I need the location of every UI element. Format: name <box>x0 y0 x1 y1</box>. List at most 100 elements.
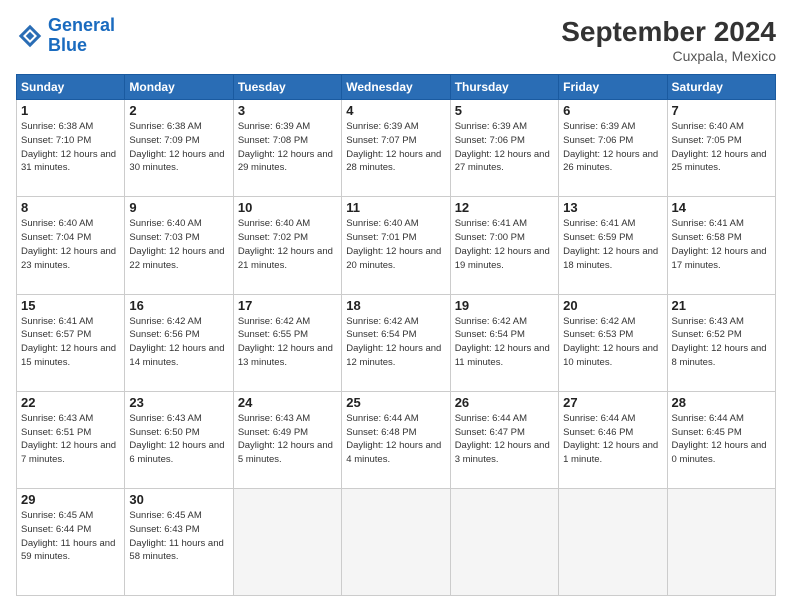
calendar-day: 29Sunrise: 6:45 AMSunset: 6:44 PMDayligh… <box>17 489 125 596</box>
day-number: 18 <box>346 298 445 313</box>
day-info: Sunrise: 6:38 AMSunset: 7:09 PMDaylight:… <box>129 120 228 175</box>
header-thursday: Thursday <box>450 75 558 100</box>
day-info: Sunrise: 6:40 AMSunset: 7:03 PMDaylight:… <box>129 217 228 272</box>
day-info: Sunrise: 6:38 AMSunset: 7:10 PMDaylight:… <box>21 120 120 175</box>
day-info: Sunrise: 6:41 AMSunset: 7:00 PMDaylight:… <box>455 217 554 272</box>
page: General Blue September 2024 Cuxpala, Mex… <box>0 0 792 612</box>
calendar-day: 19Sunrise: 6:42 AMSunset: 6:54 PMDayligh… <box>450 294 558 391</box>
day-number: 26 <box>455 395 554 410</box>
day-info: Sunrise: 6:42 AMSunset: 6:54 PMDaylight:… <box>346 315 445 370</box>
header-monday: Monday <box>125 75 233 100</box>
day-number: 22 <box>21 395 120 410</box>
calendar-day: 27Sunrise: 6:44 AMSunset: 6:46 PMDayligh… <box>559 391 667 488</box>
calendar-day: 20 Sunrise: 6:42 AMSunset: 6:53 PMDayligh… <box>559 294 667 391</box>
calendar-day: 6 Sunrise: 6:39 AMSunset: 7:06 PMDaylight… <box>559 100 667 197</box>
calendar-day: 15 Sunrise: 6:41 AMSunset: 6:57 PMDayligh… <box>17 294 125 391</box>
calendar-day: 1 Sunrise: 6:38 AMSunset: 7:10 PMDaylight… <box>17 100 125 197</box>
location: Cuxpala, Mexico <box>561 48 776 64</box>
calendar-week-row: 22 Sunrise: 6:43 AMSunset: 6:51 PMDayligh… <box>17 391 776 488</box>
calendar-day: 28Sunrise: 6:44 AMSunset: 6:45 PMDayligh… <box>667 391 775 488</box>
day-info: Sunrise: 6:44 AMSunset: 6:47 PMDaylight:… <box>455 412 554 467</box>
header-tuesday: Tuesday <box>233 75 341 100</box>
day-info: Sunrise: 6:39 AMSunset: 7:06 PMDaylight:… <box>563 120 662 175</box>
day-number: 7 <box>672 103 771 118</box>
day-number: 23 <box>129 395 228 410</box>
day-info: Sunrise: 6:42 AMSunset: 6:54 PMDaylight:… <box>455 315 554 370</box>
calendar-day: 16 Sunrise: 6:42 AMSunset: 6:56 PMDayligh… <box>125 294 233 391</box>
title-block: September 2024 Cuxpala, Mexico <box>561 16 776 64</box>
day-info: Sunrise: 6:45 AMSunset: 6:43 PMDaylight:… <box>129 509 228 564</box>
day-number: 20 <box>563 298 662 313</box>
calendar-day <box>559 489 667 596</box>
day-info: Sunrise: 6:42 AMSunset: 6:53 PMDaylight:… <box>563 315 662 370</box>
calendar-day <box>233 489 341 596</box>
day-info: Sunrise: 6:44 AMSunset: 6:48 PMDaylight:… <box>346 412 445 467</box>
calendar-day <box>450 489 558 596</box>
day-info: Sunrise: 6:45 AMSunset: 6:44 PMDaylight:… <box>21 509 120 564</box>
calendar-day <box>342 489 450 596</box>
day-number: 1 <box>21 103 120 118</box>
calendar-day: 8 Sunrise: 6:40 AMSunset: 7:04 PMDaylight… <box>17 197 125 294</box>
calendar-week-row: 8 Sunrise: 6:40 AMSunset: 7:04 PMDaylight… <box>17 197 776 294</box>
day-info: Sunrise: 6:40 AMSunset: 7:05 PMDaylight:… <box>672 120 771 175</box>
calendar-day: 10 Sunrise: 6:40 AMSunset: 7:02 PMDayligh… <box>233 197 341 294</box>
day-number: 8 <box>21 200 120 215</box>
calendar-day: 4Sunrise: 6:39 AMSunset: 7:07 PMDaylight… <box>342 100 450 197</box>
calendar-day: 9 Sunrise: 6:40 AMSunset: 7:03 PMDaylight… <box>125 197 233 294</box>
day-number: 4 <box>346 103 445 118</box>
logo-line2: Blue <box>48 35 87 55</box>
header-wednesday: Wednesday <box>342 75 450 100</box>
day-number: 14 <box>672 200 771 215</box>
calendar-table: Sunday Monday Tuesday Wednesday Thursday… <box>16 74 776 596</box>
day-number: 9 <box>129 200 228 215</box>
day-number: 15 <box>21 298 120 313</box>
calendar-day: 24Sunrise: 6:43 AMSunset: 6:49 PMDayligh… <box>233 391 341 488</box>
day-info: Sunrise: 6:42 AMSunset: 6:56 PMDaylight:… <box>129 315 228 370</box>
day-number: 28 <box>672 395 771 410</box>
calendar-day: 22 Sunrise: 6:43 AMSunset: 6:51 PMDayligh… <box>17 391 125 488</box>
day-number: 11 <box>346 200 445 215</box>
day-info: Sunrise: 6:44 AMSunset: 6:46 PMDaylight:… <box>563 412 662 467</box>
calendar-day <box>667 489 775 596</box>
calendar-day: 30 Sunrise: 6:45 AMSunset: 6:43 PMDayligh… <box>125 489 233 596</box>
day-number: 17 <box>238 298 337 313</box>
calendar-day: 25 Sunrise: 6:44 AMSunset: 6:48 PMDayligh… <box>342 391 450 488</box>
calendar-day: 11 Sunrise: 6:40 AMSunset: 7:01 PMDayligh… <box>342 197 450 294</box>
day-info: Sunrise: 6:43 AMSunset: 6:50 PMDaylight:… <box>129 412 228 467</box>
day-info: Sunrise: 6:43 AMSunset: 6:52 PMDaylight:… <box>672 315 771 370</box>
calendar-day: 2 Sunrise: 6:38 AMSunset: 7:09 PMDaylight… <box>125 100 233 197</box>
day-info: Sunrise: 6:40 AMSunset: 7:01 PMDaylight:… <box>346 217 445 272</box>
calendar-day: 18 Sunrise: 6:42 AMSunset: 6:54 PMDayligh… <box>342 294 450 391</box>
day-info: Sunrise: 6:41 AMSunset: 6:57 PMDaylight:… <box>21 315 120 370</box>
day-info: Sunrise: 6:42 AMSunset: 6:55 PMDaylight:… <box>238 315 337 370</box>
day-info: Sunrise: 6:40 AMSunset: 7:02 PMDaylight:… <box>238 217 337 272</box>
day-info: Sunrise: 6:41 AMSunset: 6:58 PMDaylight:… <box>672 217 771 272</box>
calendar-day: 7 Sunrise: 6:40 AMSunset: 7:05 PMDaylight… <box>667 100 775 197</box>
day-number: 16 <box>129 298 228 313</box>
day-info: Sunrise: 6:41 AMSunset: 6:59 PMDaylight:… <box>563 217 662 272</box>
day-number: 12 <box>455 200 554 215</box>
day-info: Sunrise: 6:43 AMSunset: 6:49 PMDaylight:… <box>238 412 337 467</box>
day-number: 6 <box>563 103 662 118</box>
day-number: 13 <box>563 200 662 215</box>
day-info: Sunrise: 6:40 AMSunset: 7:04 PMDaylight:… <box>21 217 120 272</box>
header-saturday: Saturday <box>667 75 775 100</box>
day-number: 30 <box>129 492 228 507</box>
header-friday: Friday <box>559 75 667 100</box>
day-info: Sunrise: 6:43 AMSunset: 6:51 PMDaylight:… <box>21 412 120 467</box>
calendar-day: 12 Sunrise: 6:41 AMSunset: 7:00 PMDayligh… <box>450 197 558 294</box>
day-number: 10 <box>238 200 337 215</box>
day-number: 2 <box>129 103 228 118</box>
logo-text: General Blue <box>48 16 115 56</box>
calendar-day: 17 Sunrise: 6:42 AMSunset: 6:55 PMDayligh… <box>233 294 341 391</box>
calendar-day: 14 Sunrise: 6:41 AMSunset: 6:58 PMDayligh… <box>667 197 775 294</box>
calendar-week-row: 15 Sunrise: 6:41 AMSunset: 6:57 PMDayligh… <box>17 294 776 391</box>
day-number: 21 <box>672 298 771 313</box>
calendar-day: 26 Sunrise: 6:44 AMSunset: 6:47 PMDayligh… <box>450 391 558 488</box>
day-number: 25 <box>346 395 445 410</box>
calendar-week-row: 1 Sunrise: 6:38 AMSunset: 7:10 PMDaylight… <box>17 100 776 197</box>
day-info: Sunrise: 6:39 AMSunset: 7:06 PMDaylight:… <box>455 120 554 175</box>
day-info: Sunrise: 6:39 AMSunset: 7:08 PMDaylight:… <box>238 120 337 175</box>
logo: General Blue <box>16 16 115 56</box>
day-number: 3 <box>238 103 337 118</box>
